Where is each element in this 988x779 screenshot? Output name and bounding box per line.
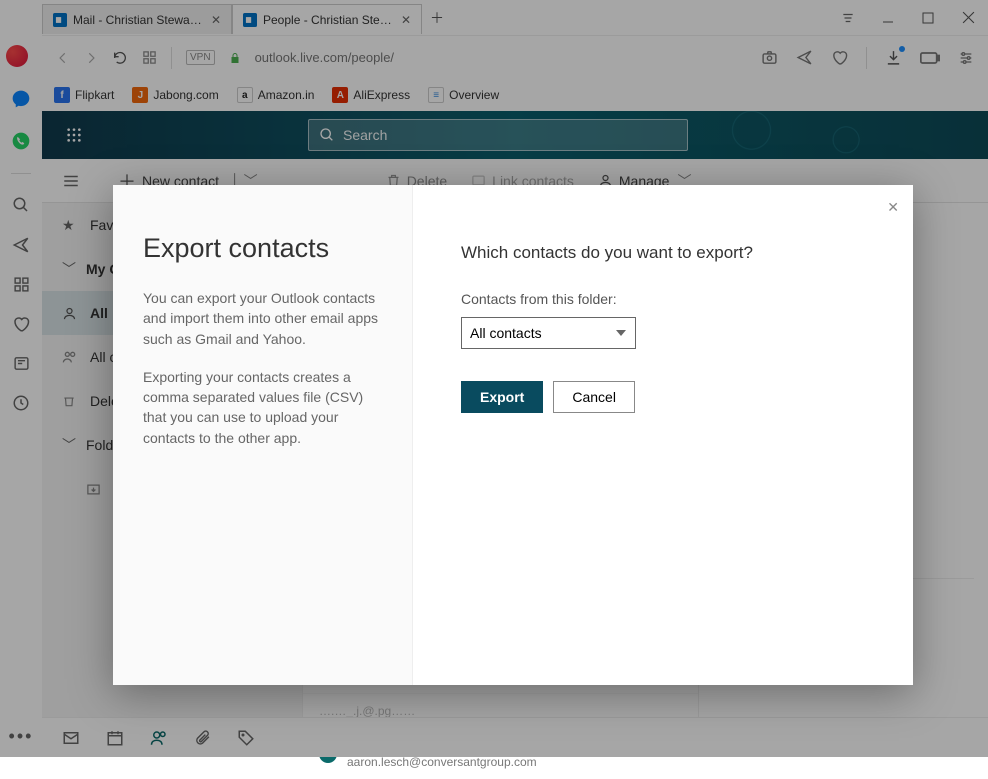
dialog-description: Exporting your contacts creates a comma … [143,367,382,448]
export-button[interactable]: Export [461,381,543,413]
folder-select[interactable]: All contacts [461,317,636,349]
cancel-button[interactable]: Cancel [553,381,635,413]
dialog-question: Which contacts do you want to export? [461,243,865,263]
dialog-description: You can export your Outlook contacts and… [143,288,382,349]
export-contacts-dialog: Export contacts You can export your Outl… [113,185,913,685]
folder-label: Contacts from this folder: [461,291,865,307]
close-dialog-button[interactable]: ✕ [887,199,899,216]
dialog-title: Export contacts [143,233,382,264]
